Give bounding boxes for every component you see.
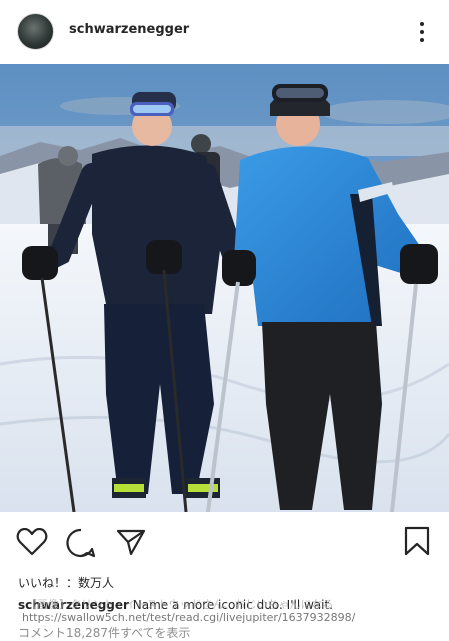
bookmark-icon[interactable] bbox=[404, 526, 430, 556]
post-header: schwarzenegger bbox=[0, 0, 449, 64]
post-photo[interactable] bbox=[0, 64, 449, 512]
heart-icon[interactable] bbox=[16, 528, 48, 556]
caption: schwarzenegger Name a more iconic duo. I… bbox=[18, 598, 438, 612]
more-options-icon[interactable] bbox=[419, 20, 425, 44]
header-username[interactable]: schwarzenegger bbox=[69, 22, 189, 37]
send-icon[interactable] bbox=[116, 528, 146, 556]
source-url[interactable]: https://swallow5ch.net/test/read.cgi/liv… bbox=[22, 611, 355, 624]
view-all-comments-link[interactable]: コメント18,287件すべてを表示 bbox=[18, 624, 190, 641]
caption-text: Name a more iconic duo. I'll wait. bbox=[128, 598, 333, 612]
likes-count[interactable]: いいね！：数万人 bbox=[18, 574, 114, 591]
caption-username[interactable]: schwarzenegger bbox=[18, 598, 129, 612]
comment-icon[interactable] bbox=[66, 528, 96, 558]
post-actions bbox=[0, 518, 449, 566]
avatar[interactable] bbox=[17, 13, 54, 50]
